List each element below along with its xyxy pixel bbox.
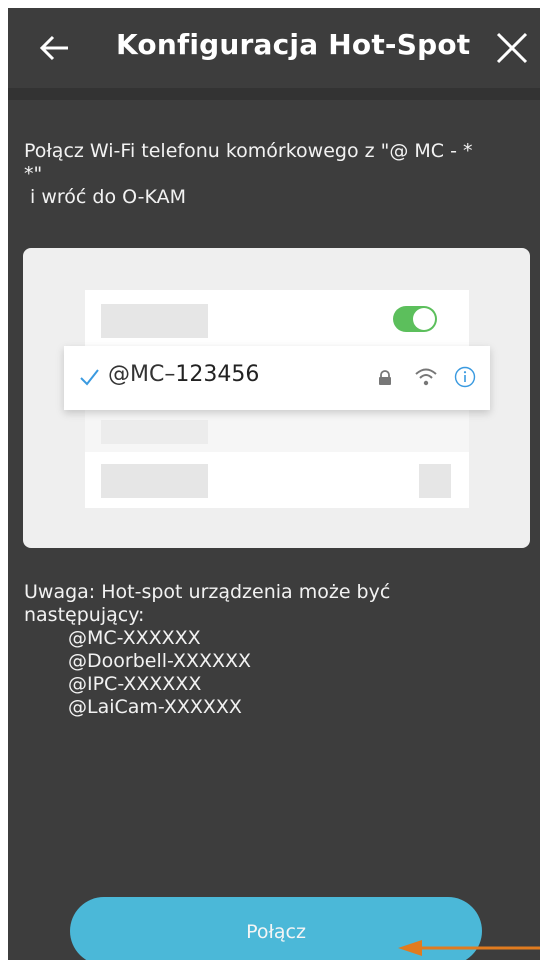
selected-network-row: @MC–123456 [64, 346, 490, 410]
note-example: @MC-XXXXXX [68, 627, 201, 649]
note-line-2: następujący: [24, 604, 145, 626]
instruction-text: Połącz Wi-Fi telefonu komórkowego z "@ M… [24, 140, 534, 209]
instruction-line-3: i wróć do O-KAM [24, 186, 186, 208]
screenshot-frame: Konfiguracja Hot-Spot Połącz Wi-Fi telef… [0, 0, 540, 960]
instruction-line-2: *" [24, 163, 43, 185]
back-button[interactable] [36, 30, 72, 66]
network-name-suffix: 123456 [175, 362, 260, 387]
close-button[interactable] [492, 28, 532, 68]
header-divider [8, 88, 540, 100]
placeholder-bar [101, 420, 208, 444]
network-name: @MC–123456 [108, 362, 259, 387]
toggle-knob [413, 308, 435, 330]
note-example: @LaiCam-XXXXXX [68, 696, 242, 718]
arrow-left-icon [39, 35, 68, 61]
wifi-settings-illustration: @MC–123456 [23, 248, 530, 548]
orange-arrow-annotation [398, 940, 540, 956]
network-name-prefix: @MC– [108, 362, 176, 387]
wifi-icon [415, 368, 437, 386]
instruction-line-1: Połącz Wi-Fi telefonu komórkowego z "@ M… [24, 140, 473, 162]
info-icon [454, 366, 476, 388]
placeholder-bar [101, 304, 208, 338]
lock-icon [379, 370, 391, 385]
note-example: @Doorbell-XXXXXX [68, 650, 252, 672]
check-icon [80, 369, 99, 386]
app-header: Konfiguracja Hot-Spot [8, 8, 540, 88]
placeholder-bar [101, 464, 208, 498]
placeholder-square [419, 464, 451, 498]
note-example: @IPC-XXXXXX [68, 673, 202, 695]
hotspot-note: Uwaga: Hot-spot urządzenia może być nast… [24, 581, 534, 719]
note-line-1: Uwaga: Hot-spot urządzenia może być [24, 581, 391, 603]
wifi-toggle-illustration [393, 306, 437, 332]
app-screen: Konfiguracja Hot-Spot Połącz Wi-Fi telef… [8, 8, 540, 960]
page-title: Konfiguracja Hot-Spot [116, 28, 471, 61]
close-icon [496, 32, 528, 64]
